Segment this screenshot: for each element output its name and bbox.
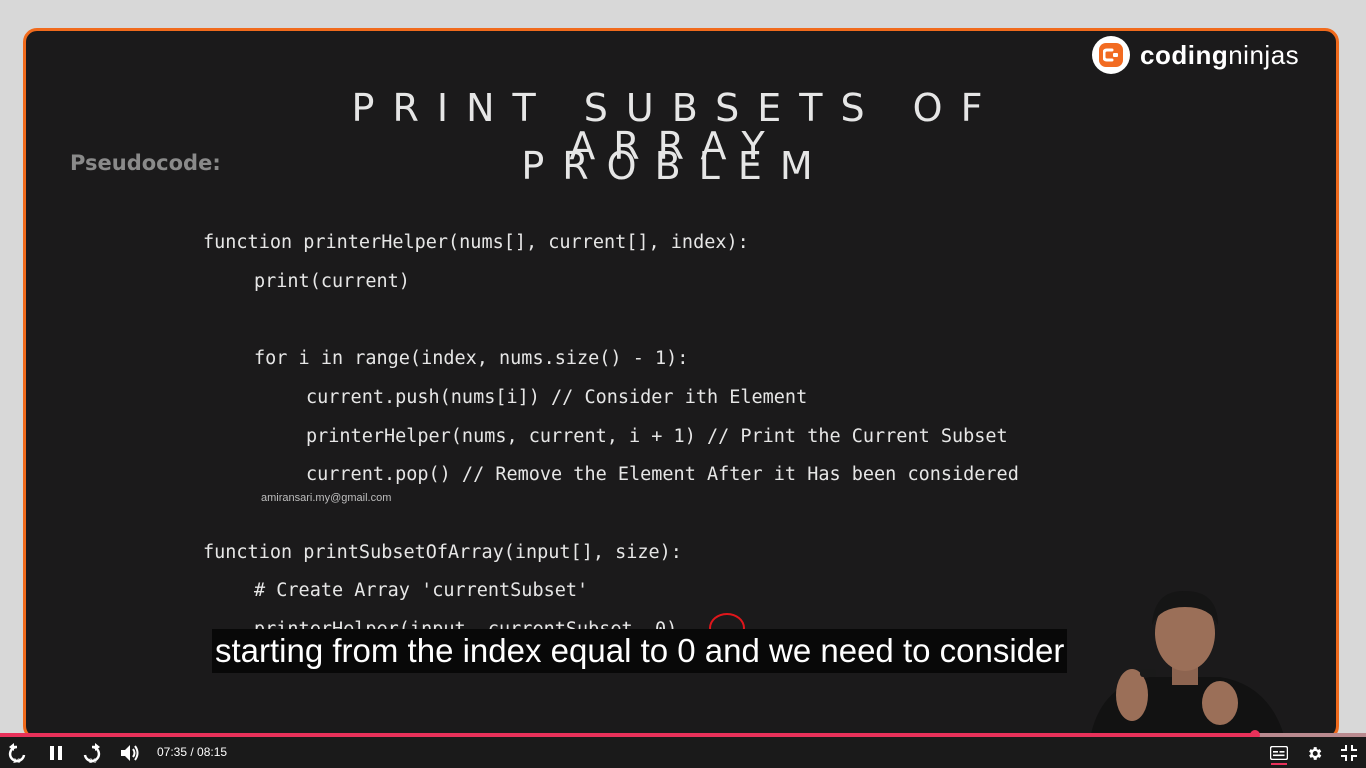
volume-button[interactable] [118, 741, 142, 765]
subtitle-caption: starting from the index equal to 0 and w… [212, 629, 1068, 673]
code-line-7: function printSubsetOfArray(input[], siz… [203, 542, 682, 563]
code-line-1: function printerHelper(nums[], current[]… [203, 232, 749, 253]
pause-icon [50, 746, 62, 760]
brand-name: codingninjas [1140, 39, 1300, 70]
video-area[interactable]: codingninjas PRINT SUBSETS OF ARRAY PROB… [0, 0, 1366, 740]
code-line-4: current.push(nums[i]) // Consider ith El… [306, 387, 808, 408]
subtitles-icon [1270, 746, 1288, 760]
forward-20-button[interactable]: 20 [79, 741, 105, 765]
pseudocode-label: Pseudocode: [70, 151, 221, 175]
settings-icon [1308, 746, 1321, 760]
settings-button[interactable] [1303, 741, 1325, 765]
rewind-20-button[interactable]: 20 [4, 741, 30, 765]
player-controls: 20 20 07:35 / 08:15 [0, 737, 1366, 768]
code-line-2: print(current) [254, 271, 410, 292]
svg-text:20: 20 [13, 758, 21, 764]
code-line-5: printerHelper(nums, current, i + 1) // P… [306, 426, 1008, 447]
subtitles-active-indicator [1271, 763, 1287, 765]
code-line-6: current.pop() // Remove the Element Afte… [306, 464, 1019, 485]
forward-icon: 20 [83, 743, 101, 764]
code-line-3: for i in range(index, nums.size() - 1): [254, 348, 689, 369]
coding-ninjas-logo-icon [1092, 36, 1130, 74]
pause-button[interactable] [45, 741, 67, 765]
watermark-email: amiransari.my@gmail.com [261, 492, 392, 504]
svg-text:20: 20 [89, 758, 97, 764]
subtitles-button[interactable] [1268, 741, 1290, 765]
slide-title-line-2: PROBLEM [521, 144, 831, 188]
time-display: 07:35 / 08:15 [157, 745, 228, 759]
exit-fullscreen-button[interactable] [1338, 741, 1360, 765]
presenter-webcam [1080, 585, 1290, 739]
code-line-8: # Create Array 'currentSubset' [254, 580, 589, 601]
brand-logo: codingninjas [1092, 36, 1299, 74]
volume-icon [121, 745, 139, 761]
exit-fullscreen-icon [1341, 745, 1357, 761]
rewind-icon: 20 [8, 743, 26, 764]
